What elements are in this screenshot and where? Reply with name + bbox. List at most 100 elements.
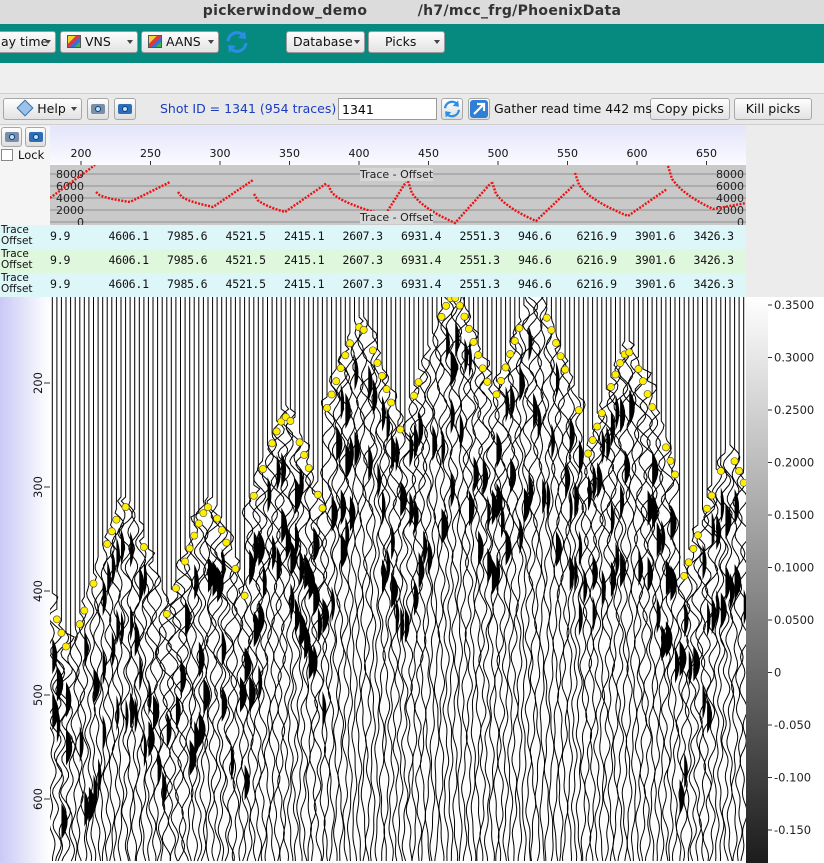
pick-marker[interactable] — [368, 346, 377, 355]
pick-marker[interactable] — [661, 443, 670, 452]
pick-marker[interactable] — [327, 390, 336, 399]
pick-marker[interactable] — [501, 363, 510, 372]
pick-marker[interactable] — [561, 365, 570, 374]
pick-marker[interactable] — [332, 377, 341, 386]
pick-marker[interactable] — [89, 579, 98, 588]
database-dropdown[interactable]: Database — [286, 31, 365, 53]
pick-marker[interactable] — [474, 351, 483, 359]
pick-marker[interactable] — [588, 436, 597, 444]
pick-marker[interactable] — [62, 642, 70, 651]
pick-marker[interactable] — [556, 352, 565, 361]
pick-marker[interactable] — [684, 558, 693, 567]
pick-marker[interactable] — [639, 377, 647, 386]
screenshot-button[interactable] — [114, 98, 136, 120]
pick-marker[interactable] — [666, 457, 675, 465]
pick-marker[interactable] — [382, 385, 391, 394]
pick-marker[interactable] — [552, 339, 560, 347]
pick-marker[interactable] — [593, 422, 602, 431]
pick-marker[interactable] — [680, 571, 689, 580]
pick-marker[interactable] — [217, 526, 226, 534]
pick-marker[interactable] — [451, 297, 460, 302]
pick-marker[interactable] — [272, 427, 281, 436]
pick-marker[interactable] — [346, 339, 354, 348]
pick-marker[interactable] — [194, 519, 203, 528]
delay-time-dropdown[interactable]: ay time — [0, 31, 56, 53]
copy-picks-button[interactable]: Copy picks — [650, 98, 730, 120]
pick-marker[interactable] — [703, 504, 711, 513]
pick-marker[interactable] — [190, 531, 199, 540]
screenshot-small-button[interactable] — [87, 98, 109, 120]
pick-marker[interactable] — [313, 490, 322, 499]
pick-marker[interactable] — [373, 358, 382, 367]
pick-marker[interactable] — [323, 404, 331, 412]
pick-marker[interactable] — [286, 417, 295, 425]
pick-marker[interactable] — [336, 364, 345, 372]
seismic-wiggle-display[interactable] — [50, 297, 746, 863]
picks-dropdown[interactable]: Picks — [368, 31, 445, 53]
pick-marker[interactable] — [437, 312, 446, 321]
pick-marker[interactable] — [689, 544, 698, 553]
pick-marker[interactable] — [478, 364, 487, 373]
pick-marker[interactable] — [460, 312, 469, 321]
pick-marker[interactable] — [707, 491, 716, 500]
help-button[interactable]: Help — [3, 98, 82, 120]
pick-marker[interactable] — [574, 406, 583, 415]
pick-marker[interactable] — [597, 409, 606, 418]
pick-marker[interactable] — [735, 467, 744, 475]
pick-marker[interactable] — [139, 543, 148, 551]
pick-marker[interactable] — [213, 514, 222, 523]
screenshot-button-2[interactable] — [25, 127, 46, 147]
pick-marker[interactable] — [75, 620, 84, 629]
pick-marker[interactable] — [671, 470, 679, 479]
pick-marker[interactable] — [249, 491, 258, 500]
pick-marker[interactable] — [295, 438, 304, 447]
refresh-icon[interactable] — [224, 29, 250, 55]
pick-marker[interactable] — [716, 467, 725, 475]
pick-marker[interactable] — [542, 313, 551, 322]
pick-marker[interactable] — [103, 540, 112, 548]
vns-dropdown[interactable]: VNS — [60, 31, 138, 53]
pick-marker[interactable] — [611, 370, 620, 379]
pick-marker[interactable] — [634, 365, 643, 373]
pick-marker[interactable] — [506, 350, 515, 358]
pick-marker[interactable] — [414, 378, 423, 387]
pick-marker[interactable] — [492, 390, 501, 399]
next-shot-button[interactable] — [468, 98, 490, 120]
pick-marker[interactable] — [625, 348, 634, 357]
pick-marker[interactable] — [268, 439, 276, 448]
pick-marker[interactable] — [80, 606, 89, 615]
pick-marker[interactable] — [510, 337, 519, 345]
pick-marker[interactable] — [121, 503, 130, 511]
shot-id-input[interactable] — [338, 98, 437, 120]
pick-marker[interactable] — [222, 538, 231, 547]
pick-marker[interactable] — [172, 584, 180, 593]
pick-marker[interactable] — [318, 504, 327, 513]
screenshot-small-button-2[interactable] — [1, 127, 22, 147]
pick-marker[interactable] — [455, 301, 464, 310]
pick-marker[interactable] — [396, 425, 405, 434]
pick-marker[interactable] — [259, 465, 267, 473]
pick-marker[interactable] — [52, 615, 61, 624]
kill-picks-button[interactable]: Kill picks — [734, 98, 812, 120]
pick-marker[interactable] — [730, 457, 739, 466]
pick-marker[interactable] — [410, 391, 418, 400]
pick-marker[interactable] — [204, 503, 212, 512]
aans-dropdown[interactable]: AANS — [141, 31, 219, 53]
pick-marker[interactable] — [547, 326, 556, 334]
reload-shot-button[interactable] — [441, 98, 463, 120]
pick-marker[interactable] — [185, 544, 194, 553]
pick-marker[interactable] — [112, 515, 121, 524]
pick-marker[interactable] — [616, 359, 624, 367]
pick-marker[interactable] — [231, 564, 240, 573]
pick-marker[interactable] — [378, 371, 386, 380]
pick-marker[interactable] — [359, 325, 368, 334]
pick-marker[interactable] — [57, 629, 66, 637]
pick-marker[interactable] — [497, 376, 505, 385]
pick-marker[interactable] — [181, 557, 189, 566]
pick-marker[interactable] — [483, 377, 492, 386]
pick-marker[interactable] — [515, 324, 524, 332]
pick-marker[interactable] — [162, 609, 171, 618]
pick-marker[interactable] — [584, 449, 592, 458]
pick-marker[interactable] — [442, 301, 450, 310]
pick-marker[interactable] — [694, 531, 702, 540]
